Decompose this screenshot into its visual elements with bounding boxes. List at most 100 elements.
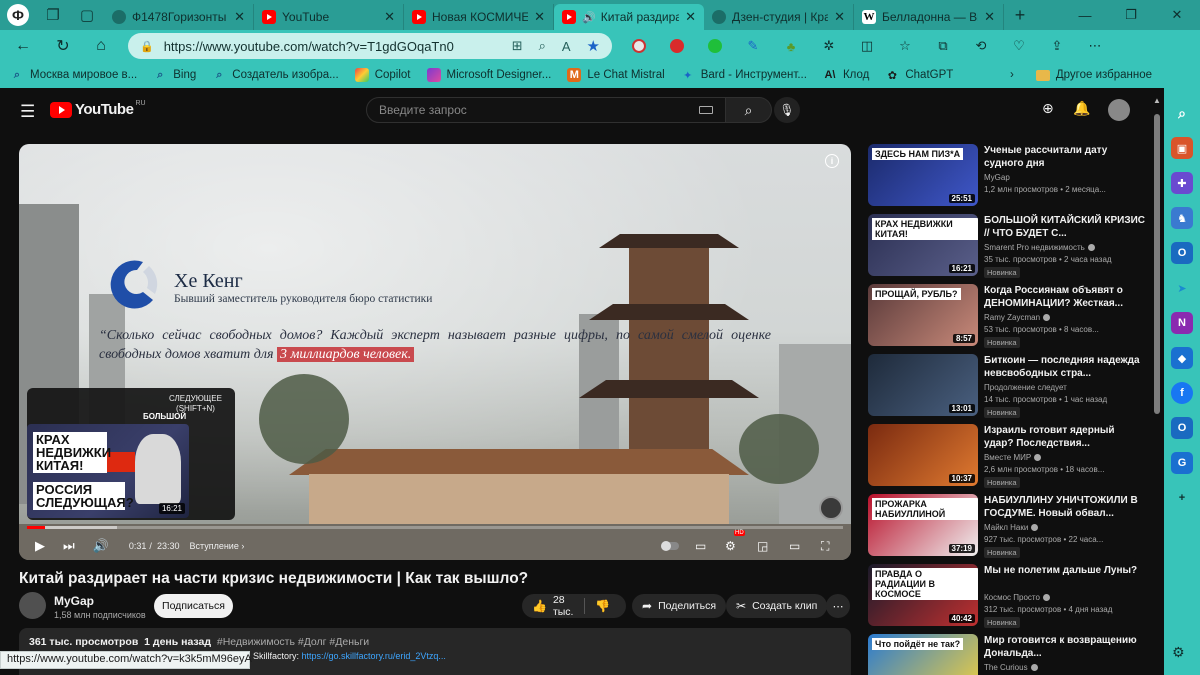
split-screen-icon[interactable]: ◫ bbox=[848, 30, 886, 62]
zoom-icon[interactable]: ⌕ bbox=[539, 38, 546, 54]
bing-chat-icon[interactable]: ◆ bbox=[1171, 347, 1193, 369]
recommendation-thumbnail[interactable]: ПРАВДА О РАДИАЦИИ В КОСМОСЕ 40:42 bbox=[868, 564, 978, 626]
chapter-title[interactable]: Вступление › bbox=[189, 541, 244, 551]
recommendation-channel[interactable]: Продолжение следует bbox=[984, 383, 1067, 392]
recommendation-item[interactable]: 13:01 Биткоин — последняя надежда невсвоб… bbox=[868, 354, 1148, 418]
recommendation-item[interactable]: ПРОЩАЙ, РУБЛЬ? 8:57 Когда Россиянам объявя… bbox=[868, 284, 1148, 348]
bookmark-item[interactable]: ⌕ Bing bbox=[153, 68, 196, 82]
red-extension-icon[interactable] bbox=[658, 30, 696, 62]
channel-watermark[interactable] bbox=[819, 496, 843, 520]
games-icon[interactable]: ♞ bbox=[1171, 207, 1193, 229]
close-icon[interactable]: ✕ bbox=[384, 9, 395, 25]
bookmark-item[interactable]: ✦ Bard - Инструмент... bbox=[681, 68, 807, 82]
recommendation-channel[interactable]: Ramy Zayсman bbox=[984, 313, 1051, 322]
tab-2[interactable]: Новая КОСМИЧЕСТ ✕ bbox=[404, 4, 554, 30]
page-scrollbar[interactable]: ▲ bbox=[1150, 92, 1164, 675]
hamburger-menu-icon[interactable]: ☰ bbox=[20, 102, 35, 122]
voice-search-button[interactable]: 🎙 bbox=[774, 97, 800, 123]
recommendation-title[interactable]: Израиль готовит ядерный удар? Последстви… bbox=[984, 424, 1146, 450]
close-icon[interactable]: ✕ bbox=[834, 9, 845, 25]
other-favorites[interactable]: › Другое избранное bbox=[1010, 62, 1152, 88]
recommendation-thumbnail[interactable]: 10:37 bbox=[868, 424, 978, 486]
recommendation-thumbnail[interactable]: ЗДЕСЬ НАМ ПИЗ*А 25:51 bbox=[868, 144, 978, 206]
onenote-icon[interactable]: N bbox=[1171, 312, 1193, 334]
thumbs-up-icon[interactable]: 👍 bbox=[532, 599, 547, 613]
search-input[interactable]: Введите запрос bbox=[379, 103, 699, 117]
speaker-icon[interactable]: 🔊 bbox=[582, 11, 596, 24]
description-link[interactable]: https://go.skillfactory.ru/erid_2Vtzq... bbox=[302, 651, 446, 661]
autoplay-toggle[interactable] bbox=[661, 534, 679, 558]
bookmark-item[interactable]: Microsoft Designer... bbox=[426, 68, 551, 82]
close-icon[interactable]: ✕ bbox=[984, 9, 995, 25]
recommendation-item[interactable]: КРАХ НЕДВИЖКИ КИТАЯ! 16:21 БОЛЬШОЙ КИТАЙСК… bbox=[868, 214, 1148, 278]
more-menu-icon[interactable]: ⋯ bbox=[1076, 30, 1114, 62]
bookmark-item[interactable]: M Le Chat Mistral bbox=[567, 68, 665, 82]
volume-icon[interactable]: 🔊 bbox=[93, 538, 109, 554]
search-icon[interactable]: ⌕ bbox=[1171, 102, 1193, 124]
check-extension-icon[interactable] bbox=[696, 30, 734, 62]
telegram-icon[interactable]: ➤ bbox=[1171, 277, 1193, 299]
tab-1[interactable]: YouTube ✕ bbox=[254, 4, 404, 30]
share-icon[interactable]: ⇪ bbox=[1038, 30, 1076, 62]
maximize-icon[interactable]: ❐ bbox=[1108, 0, 1154, 30]
refresh-icon[interactable]: ↻ bbox=[44, 30, 82, 62]
bookmark-item[interactable]: ⌕ Москва мировое в... bbox=[10, 68, 137, 82]
back-icon[interactable]: ← bbox=[4, 30, 42, 62]
favorite-star-icon[interactable]: ★ bbox=[587, 37, 600, 55]
bookmark-item[interactable]: ⌕ Создатель изобра... bbox=[212, 68, 339, 82]
video-player[interactable]: Хе Кенг Бывший заместитель руководителя … bbox=[19, 144, 851, 560]
outlook-icon[interactable]: O bbox=[1171, 242, 1193, 264]
profile-icon[interactable]: Ф bbox=[0, 0, 36, 30]
read-aloud-icon[interactable]: A bbox=[562, 39, 571, 54]
keyboard-icon[interactable] bbox=[699, 106, 713, 114]
recommendation-channel[interactable]: Космос Просто bbox=[984, 593, 1050, 602]
app-install-icon[interactable]: ⊞ bbox=[512, 38, 523, 54]
outlook-icon[interactable]: O bbox=[1171, 417, 1193, 439]
create-video-icon[interactable]: ⊕ bbox=[1042, 100, 1054, 117]
recommendation-thumbnail[interactable]: 13:01 bbox=[868, 354, 978, 416]
recommendation-title[interactable]: Мир готовится к возвращению Дональда... bbox=[984, 634, 1146, 660]
channel-name[interactable]: MyGap bbox=[54, 594, 94, 608]
workspaces-icon[interactable]: ❐ bbox=[36, 0, 70, 30]
plant-extension-icon[interactable]: ♣ bbox=[772, 30, 810, 62]
recommendation-item[interactable]: ЗДЕСЬ НАМ ПИЗ*А 25:51 Ученые рассчитали да… bbox=[868, 144, 1148, 208]
next-icon[interactable]: ⏭ bbox=[63, 538, 75, 554]
close-icon[interactable]: ✕ bbox=[234, 9, 245, 25]
tab-5[interactable]: W Белладонна — Ви ✕ bbox=[854, 4, 1004, 30]
like-count[interactable]: 28 тыс. bbox=[553, 594, 574, 618]
bookmark-item[interactable]: ✿ ChatGPT bbox=[885, 68, 954, 82]
subtitles-icon[interactable]: ▭ bbox=[695, 534, 706, 558]
recommendation-item[interactable]: 10:37 Израиль готовит ядерный удар? После… bbox=[868, 424, 1148, 488]
close-icon[interactable]: ✕ bbox=[685, 9, 696, 25]
recommendation-title[interactable]: Мы не полетим дальше Луны? bbox=[984, 564, 1146, 577]
recommendation-title[interactable]: Ученые рассчитали дату судного дня bbox=[984, 144, 1146, 170]
play-icon[interactable]: ▶ bbox=[35, 538, 45, 554]
url-text[interactable]: https://www.youtube.com/watch?v=T1gdGOqa… bbox=[164, 39, 496, 54]
recommendation-item[interactable]: Что пойдёт не так? Мир готовится к возвра… bbox=[868, 634, 1148, 675]
fullscreen-icon[interactable]: ⛶ bbox=[821, 534, 829, 558]
favorites-icon[interactable]: ☆ bbox=[886, 30, 924, 62]
recommendation-channel[interactable]: The Curious bbox=[984, 663, 1038, 672]
minimize-icon[interactable]: — bbox=[1062, 0, 1108, 30]
account-avatar[interactable] bbox=[1108, 99, 1130, 121]
recommendation-channel[interactable]: Майкл Наки bbox=[984, 523, 1039, 532]
history-icon[interactable]: ⟲ bbox=[962, 30, 1000, 62]
recommendation-channel[interactable]: MyGap bbox=[984, 173, 1010, 182]
recommendation-thumbnail[interactable]: ПРОЩАЙ, РУБЛЬ? 8:57 bbox=[868, 284, 978, 346]
thumbs-down-icon[interactable]: 👎 bbox=[595, 599, 610, 613]
translate-icon[interactable]: G bbox=[1171, 452, 1193, 474]
tab-actions-icon[interactable]: ▢ bbox=[70, 0, 104, 30]
scrollbar-thumb[interactable] bbox=[1154, 114, 1160, 414]
toggle-switch[interactable] bbox=[661, 541, 679, 551]
settings-gear-icon[interactable]: ⚙ bbox=[1172, 644, 1185, 661]
close-window-icon[interactable]: ✕ bbox=[1154, 0, 1200, 30]
recommendation-title[interactable]: БОЛЬШОЙ КИТАЙСКИЙ КРИЗИС // ЧТО БУДЕТ С.… bbox=[984, 214, 1146, 240]
bookmark-item[interactable]: Copilot bbox=[354, 68, 411, 82]
info-icon[interactable]: i bbox=[825, 154, 839, 168]
bookmark-item[interactable]: A\ Клод bbox=[823, 68, 869, 82]
subscribe-button[interactable]: Подписаться bbox=[154, 594, 233, 618]
recommendation-thumbnail[interactable]: ПРОЖАРКА НАБИУЛЛИНОЙ 37:19 bbox=[868, 494, 978, 556]
clip-button[interactable]: ✂ Создать клип bbox=[726, 594, 828, 618]
settings-icon[interactable]: ⚙ HD bbox=[725, 530, 745, 558]
extensions-puzzle-icon[interactable]: ✲ bbox=[810, 30, 848, 62]
